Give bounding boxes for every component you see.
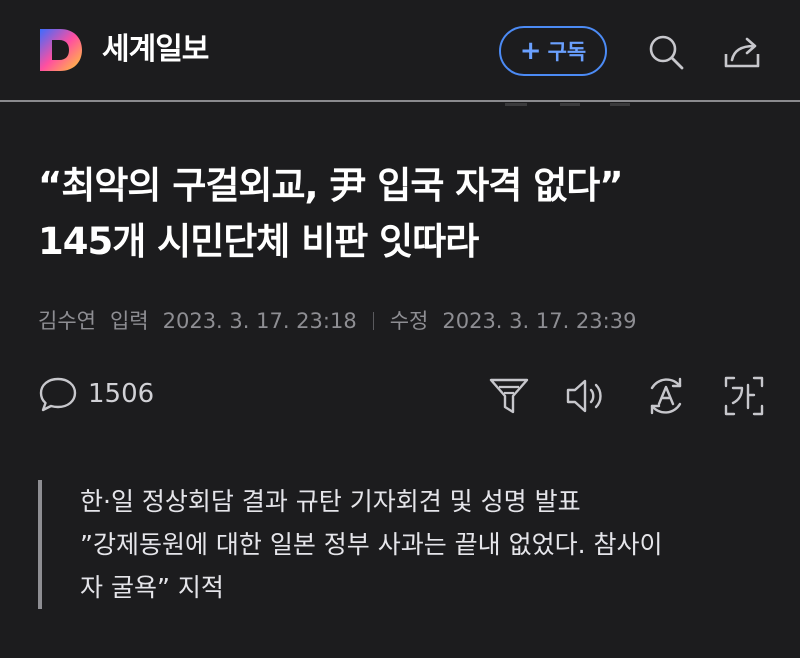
published-label: 입력 [109,309,149,333]
share-icon[interactable] [722,32,762,72]
subscribe-label: 구독 [547,40,587,64]
title-line: “최악의 구걸외교, 尹 입국 자격 없다” [38,164,624,207]
author-name[interactable]: 김수연 [38,305,96,337]
published-date: 2023. 3. 17. 23:18 [162,309,357,333]
subscribe-button[interactable]: + 구독 [499,26,607,76]
translate-icon[interactable] [644,374,688,418]
title-line: 145개 시민단체 비판 잇따라 [38,220,479,263]
meta-separator [372,312,374,330]
modified-date: 2023. 3. 17. 23:39 [442,309,637,333]
logo-icon[interactable] [38,27,84,73]
search-icon[interactable] [646,32,686,72]
header-divider [0,100,800,102]
article-summary: 한·일 정상회담 결과 규탄 기자회견 및 성명 발표 ”강제동원에 대한 일본… [38,480,778,609]
scroll-hint [505,103,527,106]
speaker-icon[interactable] [564,374,608,418]
comments-button[interactable]: 1506 [38,374,154,414]
app-header: 세계일보 + 구독 [0,0,800,100]
summary-line: 자 굴욕” 지적 [80,573,224,602]
comment-icon [39,377,77,412]
scroll-hint [610,103,630,106]
modified-label: 수정 [389,309,429,333]
font-size-icon[interactable] [722,374,766,418]
scroll-hint [560,103,580,106]
summary-line: 한·일 정상회담 결과 규탄 기자회견 및 성명 발표 [80,487,581,516]
article-meta: 김수연 입력 2023. 3. 17. 23:18 수정 2023. 3. 17… [38,305,636,337]
plus-icon: + [519,36,542,66]
comment-count: 1506 [88,379,155,409]
summary-line: ”강제동원에 대한 일본 정부 사과는 끝내 없었다. 참사이 [80,530,663,559]
article-title: “최악의 구걸외교, 尹 입국 자격 없다” 145개 시민단체 비판 잇따라 [38,158,778,270]
filter-icon[interactable] [487,374,531,418]
brand-name[interactable]: 세계일보 [102,30,209,70]
